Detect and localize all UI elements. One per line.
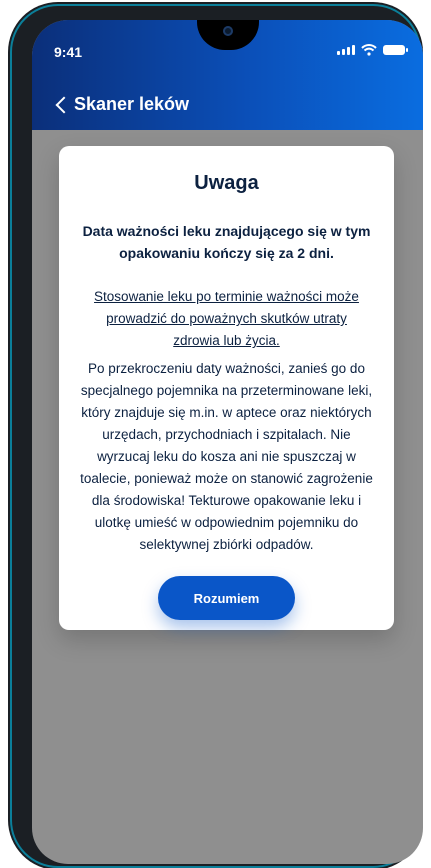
chevron-left-icon[interactable] [55,96,73,114]
nav-bar: Skaner leków [32,90,423,126]
camera-icon [222,26,233,36]
camera-notch [196,20,259,50]
phone-frame: 9:41 Skaner leków Uwaga Data ważności le… [12,6,423,866]
screen: 9:41 Skaner leków Uwaga Data ważności le… [32,20,423,864]
status-bar: 9:41 [32,20,423,64]
alert-dialog: Uwaga Data ważności leku znajdującego si… [59,146,394,630]
app-header: 9:41 Skaner leków [32,20,423,130]
status-time: 9:41 [54,44,83,60]
page-title: Skaner leków [74,94,190,114]
wifi-icon [361,44,377,56]
dialog-title: Uwaga [194,172,259,194]
dialog-lead: Data ważności leku znajdującego się w ty… [82,223,371,261]
dialog-warning: Stosowanie leku po terminie ważności moż… [94,289,359,348]
confirm-button[interactable]: Rozumiem [158,576,295,620]
status-icons [337,44,408,56]
signal-icon [337,45,355,55]
battery-icon [383,45,408,55]
dialog-body: Po przekroczeniu daty ważności, zanieś g… [80,361,373,552]
